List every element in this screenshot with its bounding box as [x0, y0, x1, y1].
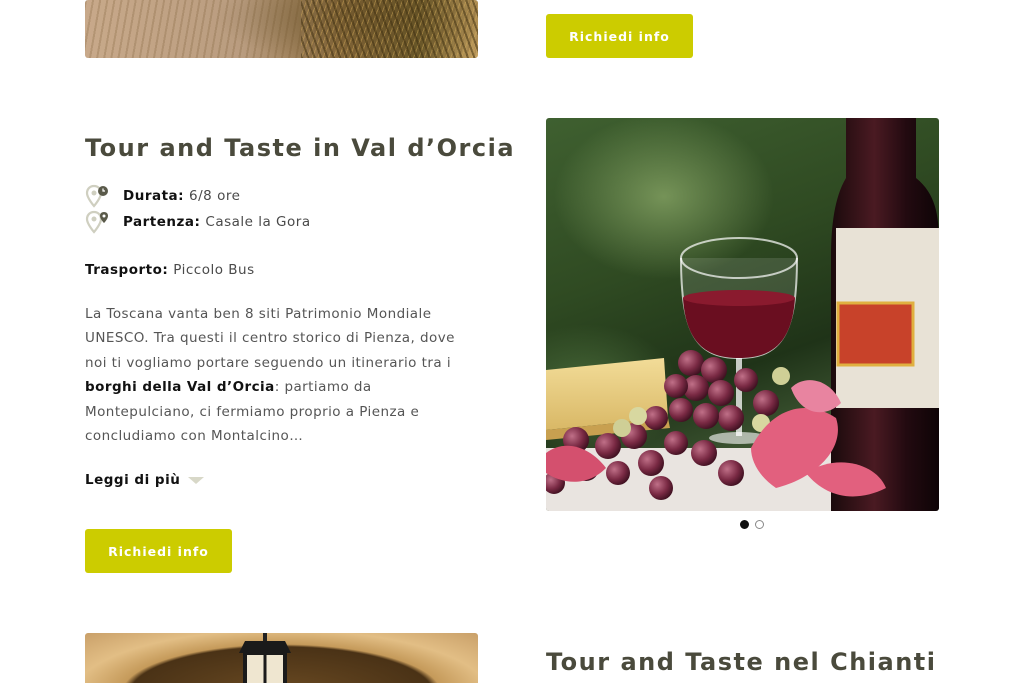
- carousel-slide-photo[interactable]: [546, 118, 939, 511]
- departure-label: Partenza:: [123, 214, 201, 230]
- dry-grass-texture: [301, 0, 478, 58]
- tour-title-chianti: Tour and Taste nel Chianti: [546, 648, 937, 676]
- transport-label: Trasporto:: [85, 262, 169, 278]
- description-text-1: La Toscana vanta ben 8 siti Patrimonio M…: [85, 306, 455, 371]
- duration-label: Durata:: [123, 188, 185, 204]
- lantern-arch-illustration: [239, 633, 291, 683]
- wine-still-life-illustration: [546, 118, 939, 511]
- request-info-button-top[interactable]: Richiedi info: [546, 14, 693, 58]
- read-more-label: Leggi di più: [85, 472, 181, 488]
- request-info-button[interactable]: Richiedi info: [85, 529, 232, 573]
- duration-value: 6/8 ore: [189, 188, 241, 204]
- chevron-down-icon: [188, 476, 205, 484]
- description-highlight: borghi della Val d’Orcia: [85, 379, 275, 396]
- duration-row: Durata: 6/8 ore: [85, 184, 240, 208]
- transport-row: Trasporto: Piccolo Bus: [85, 262, 255, 278]
- read-more-toggle[interactable]: Leggi di più: [85, 472, 205, 488]
- tour-description: La Toscana vanta ben 8 siti Patrimonio M…: [85, 302, 475, 448]
- carousel-dot-1[interactable]: [740, 520, 749, 529]
- tour-photo-top: [85, 0, 478, 58]
- carousel-dot-2[interactable]: [755, 520, 764, 529]
- tour-title-val-dorcia: Tour and Taste in Val d’Orcia: [85, 134, 516, 162]
- tour-photo-chianti: [85, 633, 478, 683]
- departure-row: Partenza: Casale la Gora: [85, 210, 311, 234]
- transport-value: Piccolo Bus: [173, 262, 255, 278]
- map-pin-location-icon: [85, 210, 111, 234]
- departure-value: Casale la Gora: [205, 214, 311, 230]
- carousel-pagination: [740, 520, 764, 529]
- map-pin-clock-icon: [85, 184, 111, 208]
